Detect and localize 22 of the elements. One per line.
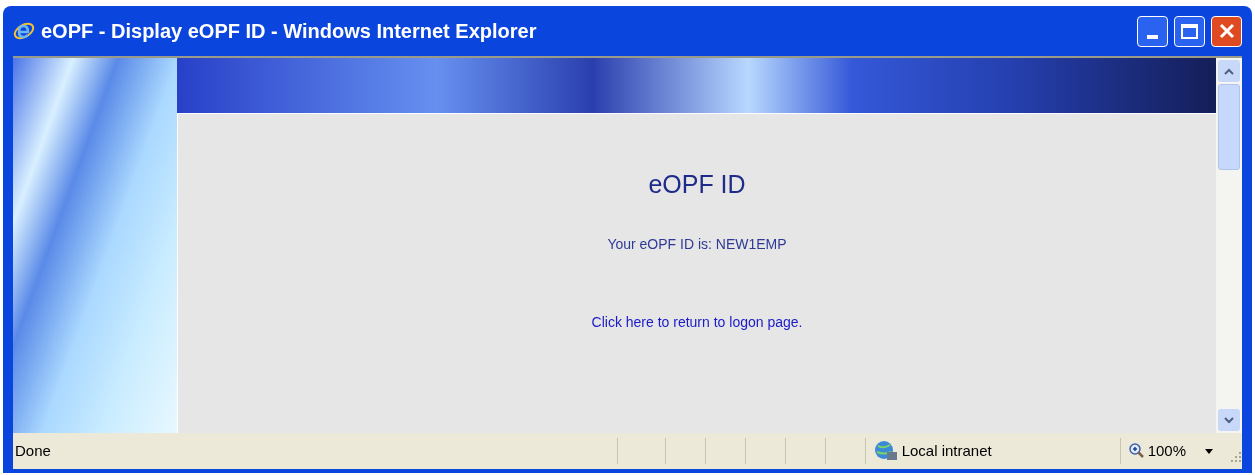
minimize-button[interactable] xyxy=(1137,15,1168,47)
caret-down-icon xyxy=(1224,416,1234,424)
logon-link[interactable]: Click here to return to logon page. xyxy=(591,311,803,333)
caret-down-icon xyxy=(1205,448,1213,454)
caret-up-icon xyxy=(1224,67,1234,75)
scroll-thumb[interactable] xyxy=(1218,84,1240,170)
resize-grip-icon xyxy=(1228,449,1242,463)
window-title: eOPF - Display eOPF ID - Windows Internet Explorer xyxy=(41,19,538,44)
magnifier-icon xyxy=(1128,443,1145,459)
security-zone: Local intranet xyxy=(901,440,992,461)
scroll-up-button[interactable] xyxy=(1218,60,1240,82)
scroll-down-button[interactable] xyxy=(1218,409,1240,431)
id-message: Your eOPF ID is: NEW1EMP xyxy=(607,234,787,254)
scrollbar[interactable] xyxy=(1216,58,1242,433)
maximize-button[interactable] xyxy=(1174,15,1205,47)
browser-logo-icon xyxy=(13,20,35,42)
close-icon xyxy=(1218,23,1235,39)
globe-computer-icon xyxy=(873,440,898,462)
status-text: Done xyxy=(14,440,52,461)
page-heading: eOPF ID xyxy=(648,169,746,200)
close-button[interactable] xyxy=(1211,15,1242,47)
zoom-button[interactable]: 100% xyxy=(1128,439,1186,463)
